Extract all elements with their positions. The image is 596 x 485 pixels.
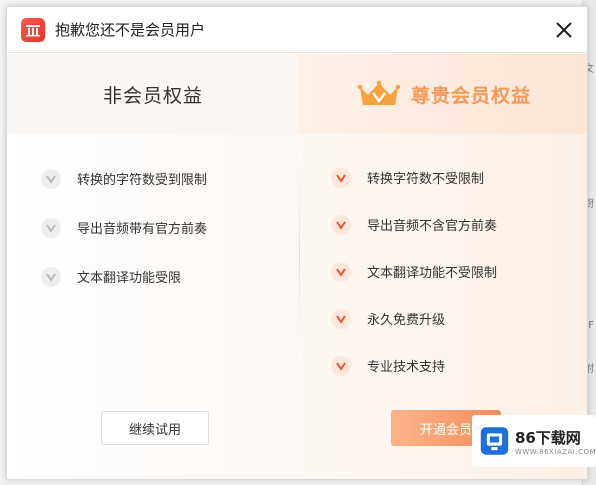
benefit-text: 导出音频带有官方前奏 bbox=[77, 222, 208, 237]
check-icon bbox=[41, 266, 61, 287]
list-item: 导出音频不含官方前奏 bbox=[331, 201, 497, 248]
watermark-logo-icon bbox=[480, 427, 509, 455]
list-item: 专业技术支持 bbox=[331, 342, 497, 389]
crown-icon bbox=[357, 80, 401, 105]
dialog-title: 抱歉您还不是会员用户 bbox=[55, 21, 206, 39]
benefit-text: 专业技术支持 bbox=[367, 360, 446, 375]
list-item: 导出音频带有官方前奏 bbox=[41, 203, 207, 252]
benefit-text: 文本翻译功能受限 bbox=[77, 271, 182, 286]
watermark: 86下载网 WWW.86XIAZAI.COM bbox=[472, 415, 596, 467]
check-icon bbox=[41, 217, 61, 238]
vip-benefits-title: 尊贵会员权益 bbox=[410, 84, 531, 107]
free-benefits-title: 非会员权益 bbox=[102, 84, 203, 107]
benefit-text: 文本翻译功能不受限制 bbox=[367, 266, 498, 281]
close-button[interactable] bbox=[551, 17, 577, 43]
check-icon bbox=[331, 214, 351, 235]
list-item: 转换的字符数受到限制 bbox=[41, 154, 207, 203]
list-item: 文本翻译功能不受限制 bbox=[331, 248, 497, 295]
benefit-text: 转换的字符数受到限制 bbox=[77, 173, 208, 188]
close-icon bbox=[556, 22, 572, 38]
free-benefits-list: 转换的字符数受到限制 导出音频带有官方前奏 文本翻译功能受限 bbox=[41, 154, 207, 301]
benefit-text: 转换字符数不受限制 bbox=[367, 172, 485, 187]
app-logo-icon bbox=[21, 17, 45, 42]
continue-trial-button[interactable]: 继续试用 bbox=[101, 411, 209, 445]
list-item: 转换字符数不受限制 bbox=[331, 154, 497, 201]
check-icon bbox=[331, 308, 351, 329]
list-item: 文本翻译功能受限 bbox=[41, 252, 207, 301]
background-text: F bbox=[588, 320, 594, 331]
check-icon bbox=[331, 167, 351, 188]
benefit-text: 永久免费升级 bbox=[367, 313, 446, 328]
column-divider bbox=[299, 149, 300, 359]
watermark-name: 86下载网 bbox=[514, 428, 581, 447]
watermark-url: WWW.86XIAZAI.COM bbox=[514, 447, 596, 456]
check-icon bbox=[331, 355, 351, 376]
list-item: 永久免费升级 bbox=[331, 295, 497, 342]
vip-benefits-header: 尊贵会员权益 bbox=[299, 54, 587, 134]
vip-benefits-list: 转换字符数不受限制 导出音频不含官方前奏 文本翻译功能不受限制 永久免费升级 专… bbox=[331, 154, 497, 389]
check-icon bbox=[41, 168, 61, 189]
benefit-text: 导出音频不含官方前奏 bbox=[367, 219, 498, 234]
free-benefits-header: 非会员权益 bbox=[7, 54, 299, 134]
check-icon bbox=[331, 261, 351, 282]
dialog-titlebar: 抱歉您还不是会员用户 bbox=[7, 7, 587, 53]
membership-dialog: 抱歉您还不是会员用户 非会员权益 尊贵会员权益 转换的字符数受到限制 导出音频带… bbox=[6, 6, 588, 480]
